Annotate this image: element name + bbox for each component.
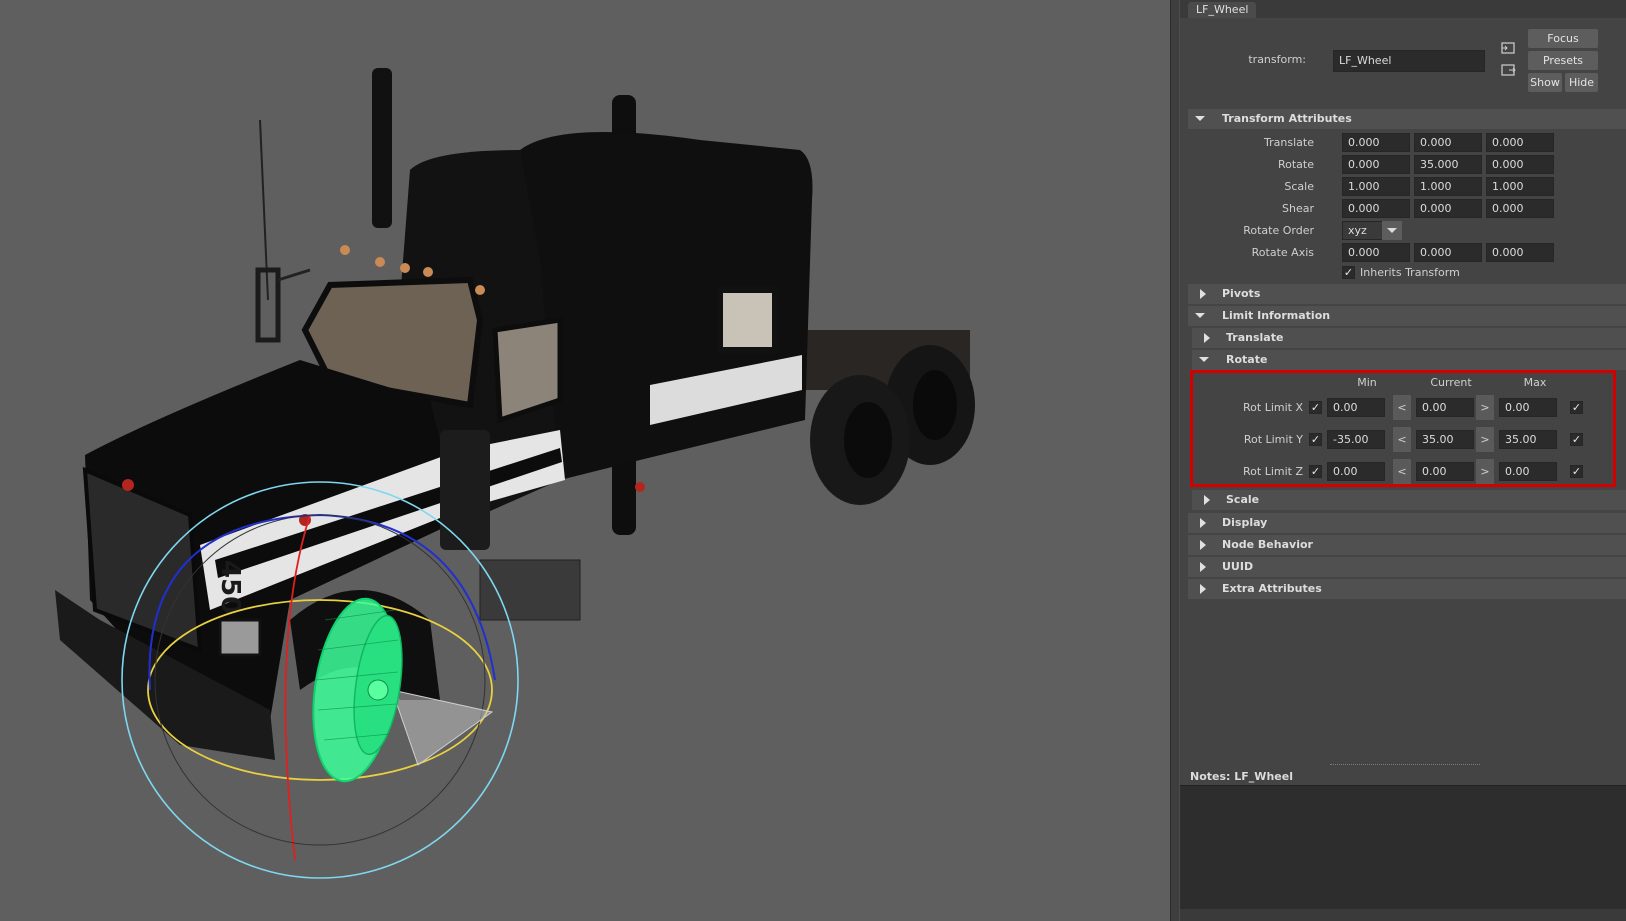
rotate-order-value: xyz (1348, 224, 1367, 237)
expanded-arrow-icon (1198, 350, 1210, 370)
collapsed-arrow-icon (1198, 513, 1210, 533)
step-plate (479, 559, 581, 621)
section-node-behavior[interactable]: Node Behavior (1188, 535, 1626, 555)
rotate-limits-highlight-box (1190, 370, 1616, 487)
inherits-transform-label: Inherits Transform (1360, 266, 1460, 279)
door-window (492, 317, 563, 424)
attribute-editor-panel: LF_Wheel transform: LF_Wheel Focus Prese… (1180, 0, 1626, 921)
bottom-bar (1180, 909, 1626, 921)
collapsed-arrow-icon (1198, 284, 1210, 304)
collapsed-arrow-icon (1198, 579, 1210, 599)
collapsed-arrow-icon (1202, 490, 1214, 510)
collapsed-arrow-icon (1198, 557, 1210, 577)
viewport-3d[interactable]: 450 (0, 0, 1170, 921)
notes-splitter[interactable] (1330, 764, 1480, 765)
translate-z-field[interactable]: 0.000 (1486, 133, 1554, 152)
collapsed-arrow-icon (1198, 535, 1210, 555)
viewport-scene: 450 (55, 68, 975, 879)
notes-node-name: LF_Wheel (1234, 770, 1293, 783)
rotate-axis-x-field[interactable]: 0.000 (1342, 243, 1410, 262)
collapsed-arrow-icon (1202, 328, 1214, 348)
air-cleaner (440, 430, 490, 550)
panel-divider[interactable] (1170, 0, 1180, 921)
node-name-field[interactable]: LF_Wheel (1333, 50, 1485, 72)
rotate-label: Rotate (1277, 158, 1314, 171)
section-uuid[interactable]: UUID (1188, 557, 1626, 577)
sleeper-window (717, 287, 778, 353)
scale-x-field[interactable]: 1.000 (1342, 177, 1410, 196)
rotate-axis-z-field[interactable]: 0.000 (1486, 243, 1554, 262)
select-output-icon[interactable] (1500, 63, 1516, 77)
rotate-y-field[interactable]: 35.000 (1414, 155, 1482, 174)
shear-x-field[interactable]: 0.000 (1342, 199, 1410, 218)
translate-y-field[interactable]: 0.000 (1414, 133, 1482, 152)
section-limit-scale[interactable]: Scale (1192, 490, 1626, 510)
section-display[interactable]: Display (1188, 513, 1626, 533)
rotate-axis-y-field[interactable]: 0.000 (1414, 243, 1482, 262)
tab-bar: LF_Wheel (1180, 0, 1626, 18)
antenna (259, 119, 269, 301)
section-limit-rotate[interactable]: Rotate (1192, 350, 1626, 370)
shear-y-field[interactable]: 0.000 (1414, 199, 1482, 218)
presets-button[interactable]: Presets (1528, 51, 1598, 70)
shear-z-field[interactable]: 0.000 (1486, 199, 1554, 218)
rotate-order-label: Rotate Order (1243, 224, 1314, 237)
section-limit-information[interactable]: Limit Information (1188, 306, 1626, 326)
rotate-z-field[interactable]: 0.000 (1486, 155, 1554, 174)
node-type-label: transform: (1248, 53, 1306, 66)
chevron-down-icon[interactable] (1382, 221, 1402, 240)
exhaust-stack-left (372, 68, 392, 228)
scale-label: Scale (1284, 180, 1314, 193)
focus-button[interactable]: Focus (1528, 29, 1598, 48)
shear-label: Shear (1282, 202, 1314, 215)
section-pivots[interactable]: Pivots (1188, 284, 1626, 304)
scale-z-field[interactable]: 1.000 (1486, 177, 1554, 196)
section-transform-attributes[interactable]: Transform Attributes (1188, 109, 1626, 129)
notes-header: Notes: LF_Wheel (1190, 770, 1293, 783)
inherits-transform-checkbox[interactable]: ✓ (1342, 266, 1355, 279)
expanded-arrow-icon (1194, 306, 1206, 326)
tab-lf-wheel[interactable]: LF_Wheel (1188, 2, 1257, 18)
translate-x-field[interactable]: 0.000 (1342, 133, 1410, 152)
section-extra-attributes[interactable]: Extra Attributes (1188, 579, 1626, 599)
truck-number: 450 (215, 560, 245, 614)
scale-y-field[interactable]: 1.000 (1414, 177, 1482, 196)
rotate-x-field[interactable]: 0.000 (1342, 155, 1410, 174)
rotate-axis-label: Rotate Axis (1251, 246, 1314, 259)
rear-wheels (790, 330, 975, 505)
hood-marker-light (122, 479, 134, 491)
hide-button[interactable]: Hide (1565, 73, 1598, 92)
show-button[interactable]: Show (1528, 73, 1562, 92)
notes-textarea[interactable] (1180, 785, 1626, 909)
section-limit-translate[interactable]: Translate (1192, 328, 1626, 348)
translate-label: Translate (1264, 136, 1314, 149)
notes-label: Notes: (1190, 770, 1231, 783)
headlight (218, 618, 262, 657)
select-input-icon[interactable] (1500, 41, 1516, 55)
expanded-arrow-icon (1194, 109, 1206, 129)
